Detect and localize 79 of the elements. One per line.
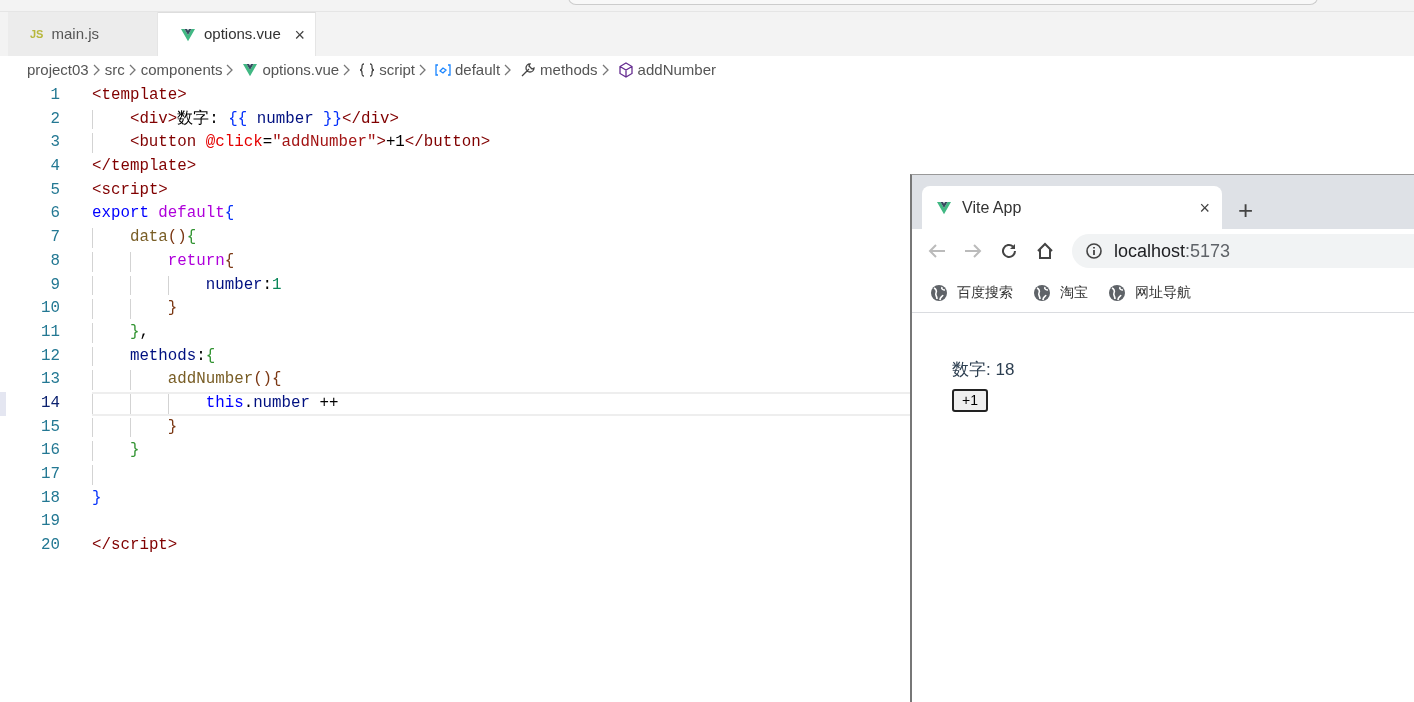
vue-logo-icon: [180, 27, 196, 42]
globe-icon: [1033, 283, 1051, 302]
breadcrumb-item[interactable]: default: [455, 58, 501, 82]
line-number: 8: [49, 250, 60, 272]
bookmark-link[interactable]: 网址导航: [1135, 282, 1191, 303]
chevron-icon: [601, 64, 610, 76]
code-line: export default{: [92, 204, 236, 225]
code-line: </template>: [92, 157, 198, 177]
bookmark-link[interactable]: 淘宝: [1060, 282, 1088, 303]
breadcrumb-item[interactable]: components: [140, 58, 223, 82]
line-number: 5: [49, 179, 60, 201]
info-icon: [1086, 243, 1102, 259]
line-number: 13: [40, 369, 60, 391]
line-number: 4: [49, 156, 60, 178]
breadcrumb-item[interactable]: script: [379, 58, 415, 82]
close-icon[interactable]: ×: [1199, 198, 1210, 217]
globe-icon: [930, 283, 948, 302]
line-number: 3: [49, 132, 60, 154]
bookmark-link[interactable]: 百度搜索: [957, 282, 1013, 303]
braces-icon: [359, 63, 376, 77]
line-number: 20: [40, 535, 60, 557]
line-number: 9: [49, 274, 60, 296]
globe-icon: [1108, 283, 1126, 302]
code-line: number:1: [205, 275, 283, 296]
code-line: this.number ++: [205, 393, 340, 414]
vue-logo-icon: [936, 200, 952, 215]
code-line: data(){: [129, 228, 198, 248]
code-line: methods:{: [129, 346, 217, 367]
line-number: 10: [40, 298, 60, 320]
chevron-icon: [343, 64, 352, 76]
vue-logo-icon: [242, 63, 259, 77]
chevron-icon: [92, 64, 101, 76]
code-line: <script>: [92, 180, 169, 201]
breadcrumb-item[interactable]: methods: [540, 58, 598, 82]
line-number: 6: [49, 203, 60, 225]
editor-tab[interactable]: options.vue ×: [158, 12, 316, 56]
code-line: return{: [167, 251, 236, 272]
wrench-icon: [520, 62, 537, 78]
breadcrumb-item[interactable]: project03: [27, 58, 89, 82]
line-number: 18: [40, 487, 60, 509]
code-line: <button @click="addNumber">+1</button>: [129, 133, 492, 154]
address-bar[interactable]: localhost:5173: [1072, 234, 1414, 268]
line-number: 12: [40, 345, 60, 367]
close-icon[interactable]: ×: [294, 25, 305, 44]
line-number: 15: [40, 416, 60, 438]
code-line: <div>数字: {{ number }}</div>: [129, 109, 400, 130]
cube-icon: [617, 62, 634, 78]
line-number: 16: [40, 440, 60, 462]
code-line: }: [92, 488, 103, 509]
line-number: 11: [40, 321, 60, 343]
breadcrumb-item[interactable]: addNumber: [637, 58, 716, 82]
breadcrumb-item[interactable]: src: [104, 58, 125, 82]
js-file-icon: JS: [30, 25, 44, 43]
line-number: 2: [49, 108, 60, 130]
reload-icon[interactable]: [1000, 242, 1018, 260]
chevron-icon: [504, 64, 513, 76]
chevron-icon: [226, 64, 235, 76]
line-number: 19: [40, 511, 60, 533]
code-line: }: [129, 441, 141, 461]
line-number: 17: [40, 464, 60, 485]
home-icon[interactable]: [1036, 242, 1054, 260]
page-text: 数字: 18: [952, 359, 1016, 381]
browser-tab[interactable]: Vite App ×: [922, 186, 1222, 229]
code-line: }: [167, 417, 179, 438]
code-line: <template>: [92, 86, 188, 106]
editor-tab[interactable]: JS main.js: [8, 12, 158, 56]
module-icon: [435, 64, 451, 76]
code-line: }: [167, 299, 179, 319]
chevron-icon: [419, 64, 427, 76]
new-tab-button[interactable]: +: [1238, 197, 1254, 223]
line-number: 1: [49, 85, 60, 106]
code-line: </script>: [92, 536, 179, 556]
increment-button[interactable]: +1: [952, 388, 988, 412]
breadcrumb-item[interactable]: options.vue: [262, 58, 340, 82]
code-line: },: [129, 322, 150, 343]
chevron-icon: [128, 64, 137, 76]
code-line: addNumber(){: [167, 370, 283, 390]
line-number: 7: [49, 227, 60, 249]
line-number: 14: [40, 392, 60, 414]
